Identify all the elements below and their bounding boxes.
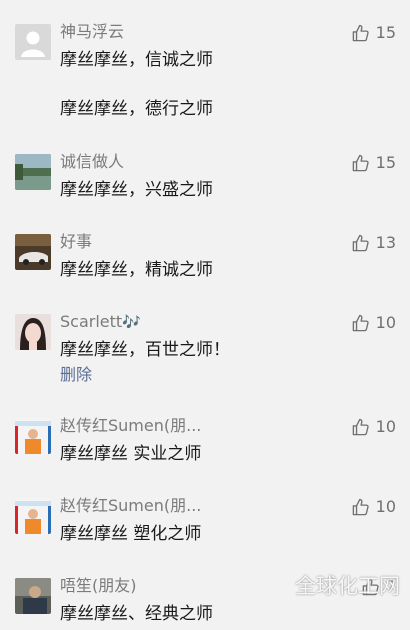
like-button[interactable]: 10 — [351, 416, 396, 438]
comment-user-name[interactable]: 赵传红Sumen(朋... — [60, 495, 201, 517]
thumbs-up-icon — [351, 24, 370, 43]
like-button[interactable]: 15 — [351, 22, 396, 44]
thumbs-up-icon — [351, 498, 370, 517]
avatar[interactable] — [15, 314, 51, 350]
comment-text: 摩丝摩丝 实业之师 — [60, 444, 202, 464]
comment-text: 摩丝摩丝，百世之师！ — [60, 340, 230, 360]
comment-text: 摩丝摩丝，信诚之师 — [60, 50, 213, 70]
avatar[interactable] — [15, 578, 51, 614]
comment-user-name[interactable]: 赵传红Sumen(朋... — [60, 415, 201, 437]
delete-link[interactable]: 删除 — [60, 364, 92, 386]
comment-text: 摩丝摩丝、经典之师 — [60, 604, 213, 624]
like-button[interactable]: 13 — [351, 232, 396, 254]
comment-user-name[interactable]: 唔笙(朋友) — [60, 575, 137, 597]
like-button[interactable]: 10 — [351, 496, 396, 518]
comment-text: 摩丝摩丝，精诚之师 — [60, 260, 213, 280]
thumbs-up-icon — [351, 314, 370, 333]
music-note-emoji: 🎶 — [122, 313, 141, 331]
like-count: 15 — [375, 153, 396, 172]
thumbs-up-icon — [351, 234, 370, 253]
comment-user-name[interactable]: Scarlett🎶 — [60, 311, 141, 333]
watermark: 全球化工网 — [295, 574, 400, 598]
thumbs-up-icon — [351, 154, 370, 173]
avatar[interactable] — [15, 24, 51, 60]
like-count: 13 — [375, 233, 396, 252]
comment-text: 摩丝摩丝 塑化之师 — [60, 524, 202, 544]
like-count: 10 — [375, 313, 396, 332]
comment-user-name[interactable]: 诚信做人 — [60, 151, 124, 173]
like-count: 10 — [375, 417, 396, 436]
comment-user-name[interactable]: 好事 — [60, 231, 92, 253]
like-button[interactable]: 10 — [351, 312, 396, 334]
avatar[interactable] — [15, 418, 51, 454]
comment-user-name[interactable]: 神马浮云 — [60, 21, 124, 43]
like-count: 15 — [375, 23, 396, 42]
avatar[interactable] — [15, 234, 51, 270]
like-button[interactable]: 15 — [351, 152, 396, 174]
thumbs-up-icon — [351, 418, 370, 437]
avatar[interactable] — [15, 154, 51, 190]
comment-text: 摩丝摩丝，德行之师 — [60, 99, 213, 119]
avatar[interactable] — [15, 498, 51, 534]
like-count: 10 — [375, 497, 396, 516]
comment-text: 摩丝摩丝，兴盛之师 — [60, 180, 213, 200]
